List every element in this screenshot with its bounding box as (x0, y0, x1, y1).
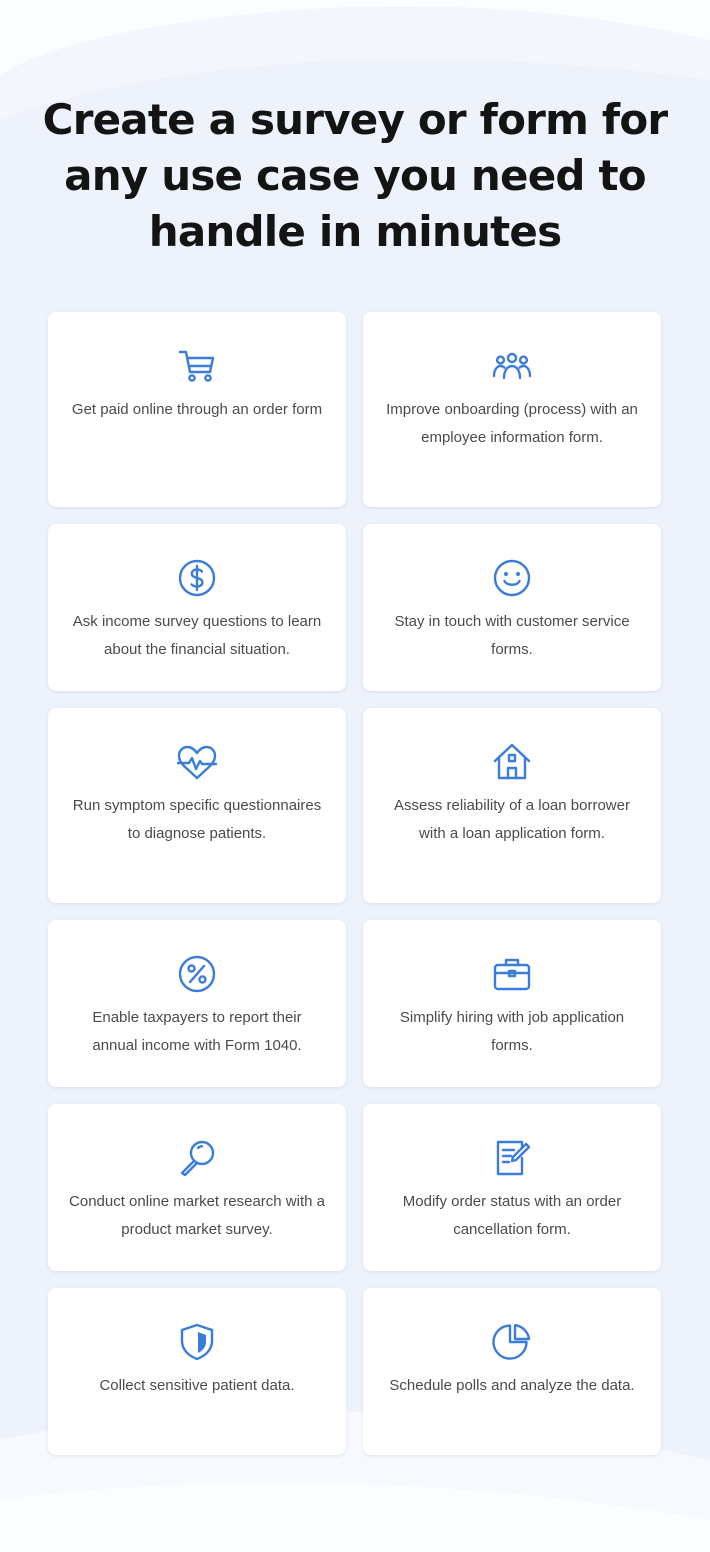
page-title: Create a survey or form for any use case… (42, 95, 668, 256)
use-case-card-customer-service[interactable]: Stay in touch with customer service form… (363, 524, 661, 691)
use-case-card-form-1040[interactable]: Enable taxpayers to report their annual … (48, 920, 346, 1087)
house-icon (492, 742, 532, 782)
use-case-text: Run symptom specific questionnaires to d… (72, 797, 322, 842)
use-case-card-income-survey[interactable]: Ask income survey questions to learn abo… (48, 524, 346, 691)
use-case-card-job-application[interactable]: Simplify hiring with job application for… (363, 920, 661, 1087)
use-case-text: Simplify hiring with job application for… (399, 1009, 625, 1054)
use-case-text: Improve onboarding (process) with an emp… (386, 401, 638, 446)
use-case-text: Modify order status with an order cancel… (402, 1193, 622, 1238)
use-case-card-order-cancellation[interactable]: Modify order status with an order cancel… (363, 1104, 661, 1271)
use-case-card-order-form[interactable]: Get paid online through an order form (48, 312, 346, 507)
smiley-face-icon (492, 558, 532, 598)
survey-use-cases-section: Create a survey or form for any use case… (0, 0, 710, 1552)
use-case-text: Assess reliability of a loan borrower wi… (394, 797, 630, 842)
heartbeat-icon (177, 742, 217, 782)
use-case-card-market-research[interactable]: Conduct online market research with a pr… (48, 1104, 346, 1271)
use-case-text: Schedule polls and analyze the data. (389, 1377, 635, 1394)
team-icon (492, 346, 532, 386)
edit-document-icon (492, 1138, 532, 1178)
dollar-circle-icon (177, 558, 217, 598)
use-case-card-employee-information[interactable]: Improve onboarding (process) with an emp… (363, 312, 661, 507)
percent-circle-icon (177, 954, 217, 994)
use-case-text: Collect sensitive patient data. (99, 1377, 295, 1394)
use-case-card-loan-application[interactable]: Assess reliability of a loan borrower wi… (363, 708, 661, 903)
use-case-text: Ask income survey questions to learn abo… (72, 613, 322, 658)
use-case-card-patient-data[interactable]: Collect sensitive patient data. (48, 1288, 346, 1455)
shield-icon (177, 1322, 217, 1362)
use-case-text: Conduct online market research with a pr… (69, 1193, 325, 1238)
magnifier-icon (177, 1138, 217, 1178)
pie-chart-icon (492, 1322, 532, 1362)
briefcase-icon (492, 954, 532, 994)
use-case-text: Enable taxpayers to report their annual … (92, 1009, 302, 1054)
shopping-cart-icon (177, 346, 217, 386)
use-case-card-symptom-questionnaire[interactable]: Run symptom specific questionnaires to d… (48, 708, 346, 903)
use-case-text: Stay in touch with customer service form… (394, 613, 630, 658)
use-case-card-polls[interactable]: Schedule polls and analyze the data. (363, 1288, 661, 1455)
use-case-text: Get paid online through an order form (71, 401, 323, 418)
